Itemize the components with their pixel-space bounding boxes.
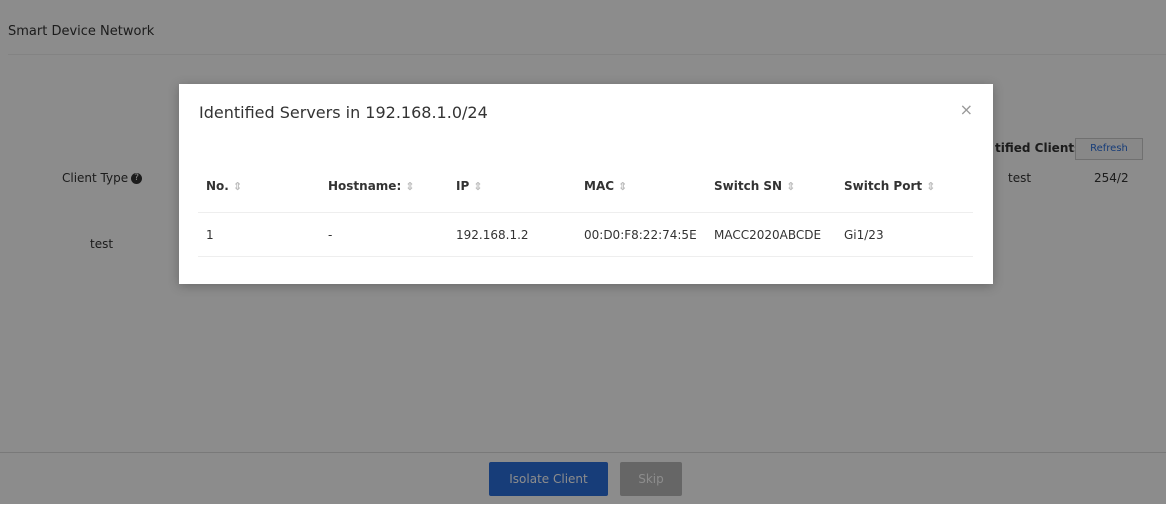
- column-switch-port[interactable]: Switch Port ⇕: [844, 160, 973, 213]
- sort-icon[interactable]: ⇕: [926, 180, 935, 193]
- column-no[interactable]: No. ⇕: [198, 160, 328, 213]
- servers-table: No. ⇕ Hostname: ⇕ IP ⇕ MAC ⇕ Switch SN ⇕ Swit…: [198, 160, 973, 257]
- cell-ip: 192.168.1.2: [456, 212, 584, 257]
- cell-switch-port: Gi1/23: [844, 212, 973, 257]
- column-switch-sn[interactable]: Switch SN ⇕: [714, 160, 844, 213]
- sort-icon[interactable]: ⇕: [405, 180, 414, 193]
- cell-mac: 00:D0:F8:22:74:5E: [584, 212, 714, 257]
- column-ip[interactable]: IP ⇕: [456, 160, 584, 213]
- column-hostname[interactable]: Hostname: ⇕: [328, 160, 456, 213]
- close-icon[interactable]: ×: [960, 100, 973, 119]
- sort-icon[interactable]: ⇕: [233, 180, 242, 193]
- sort-icon[interactable]: ⇕: [473, 180, 482, 193]
- sort-icon[interactable]: ⇕: [618, 180, 627, 193]
- cell-no: 1: [198, 212, 328, 257]
- column-mac[interactable]: MAC ⇕: [584, 160, 714, 213]
- sort-icon[interactable]: ⇕: [786, 180, 795, 193]
- cell-hostname: -: [328, 212, 456, 257]
- table-row: 1 - 192.168.1.2 00:D0:F8:22:74:5E MACC20…: [198, 212, 973, 257]
- table-header-row: No. ⇕ Hostname: ⇕ IP ⇕ MAC ⇕ Switch SN ⇕ Swit…: [198, 160, 973, 213]
- cell-switch-sn: MACC2020ABCDE: [714, 212, 844, 257]
- modal-title: Identified Servers in 192.168.1.0/24: [199, 103, 488, 122]
- servers-modal: Identified Servers in 192.168.1.0/24 × N…: [179, 84, 993, 284]
